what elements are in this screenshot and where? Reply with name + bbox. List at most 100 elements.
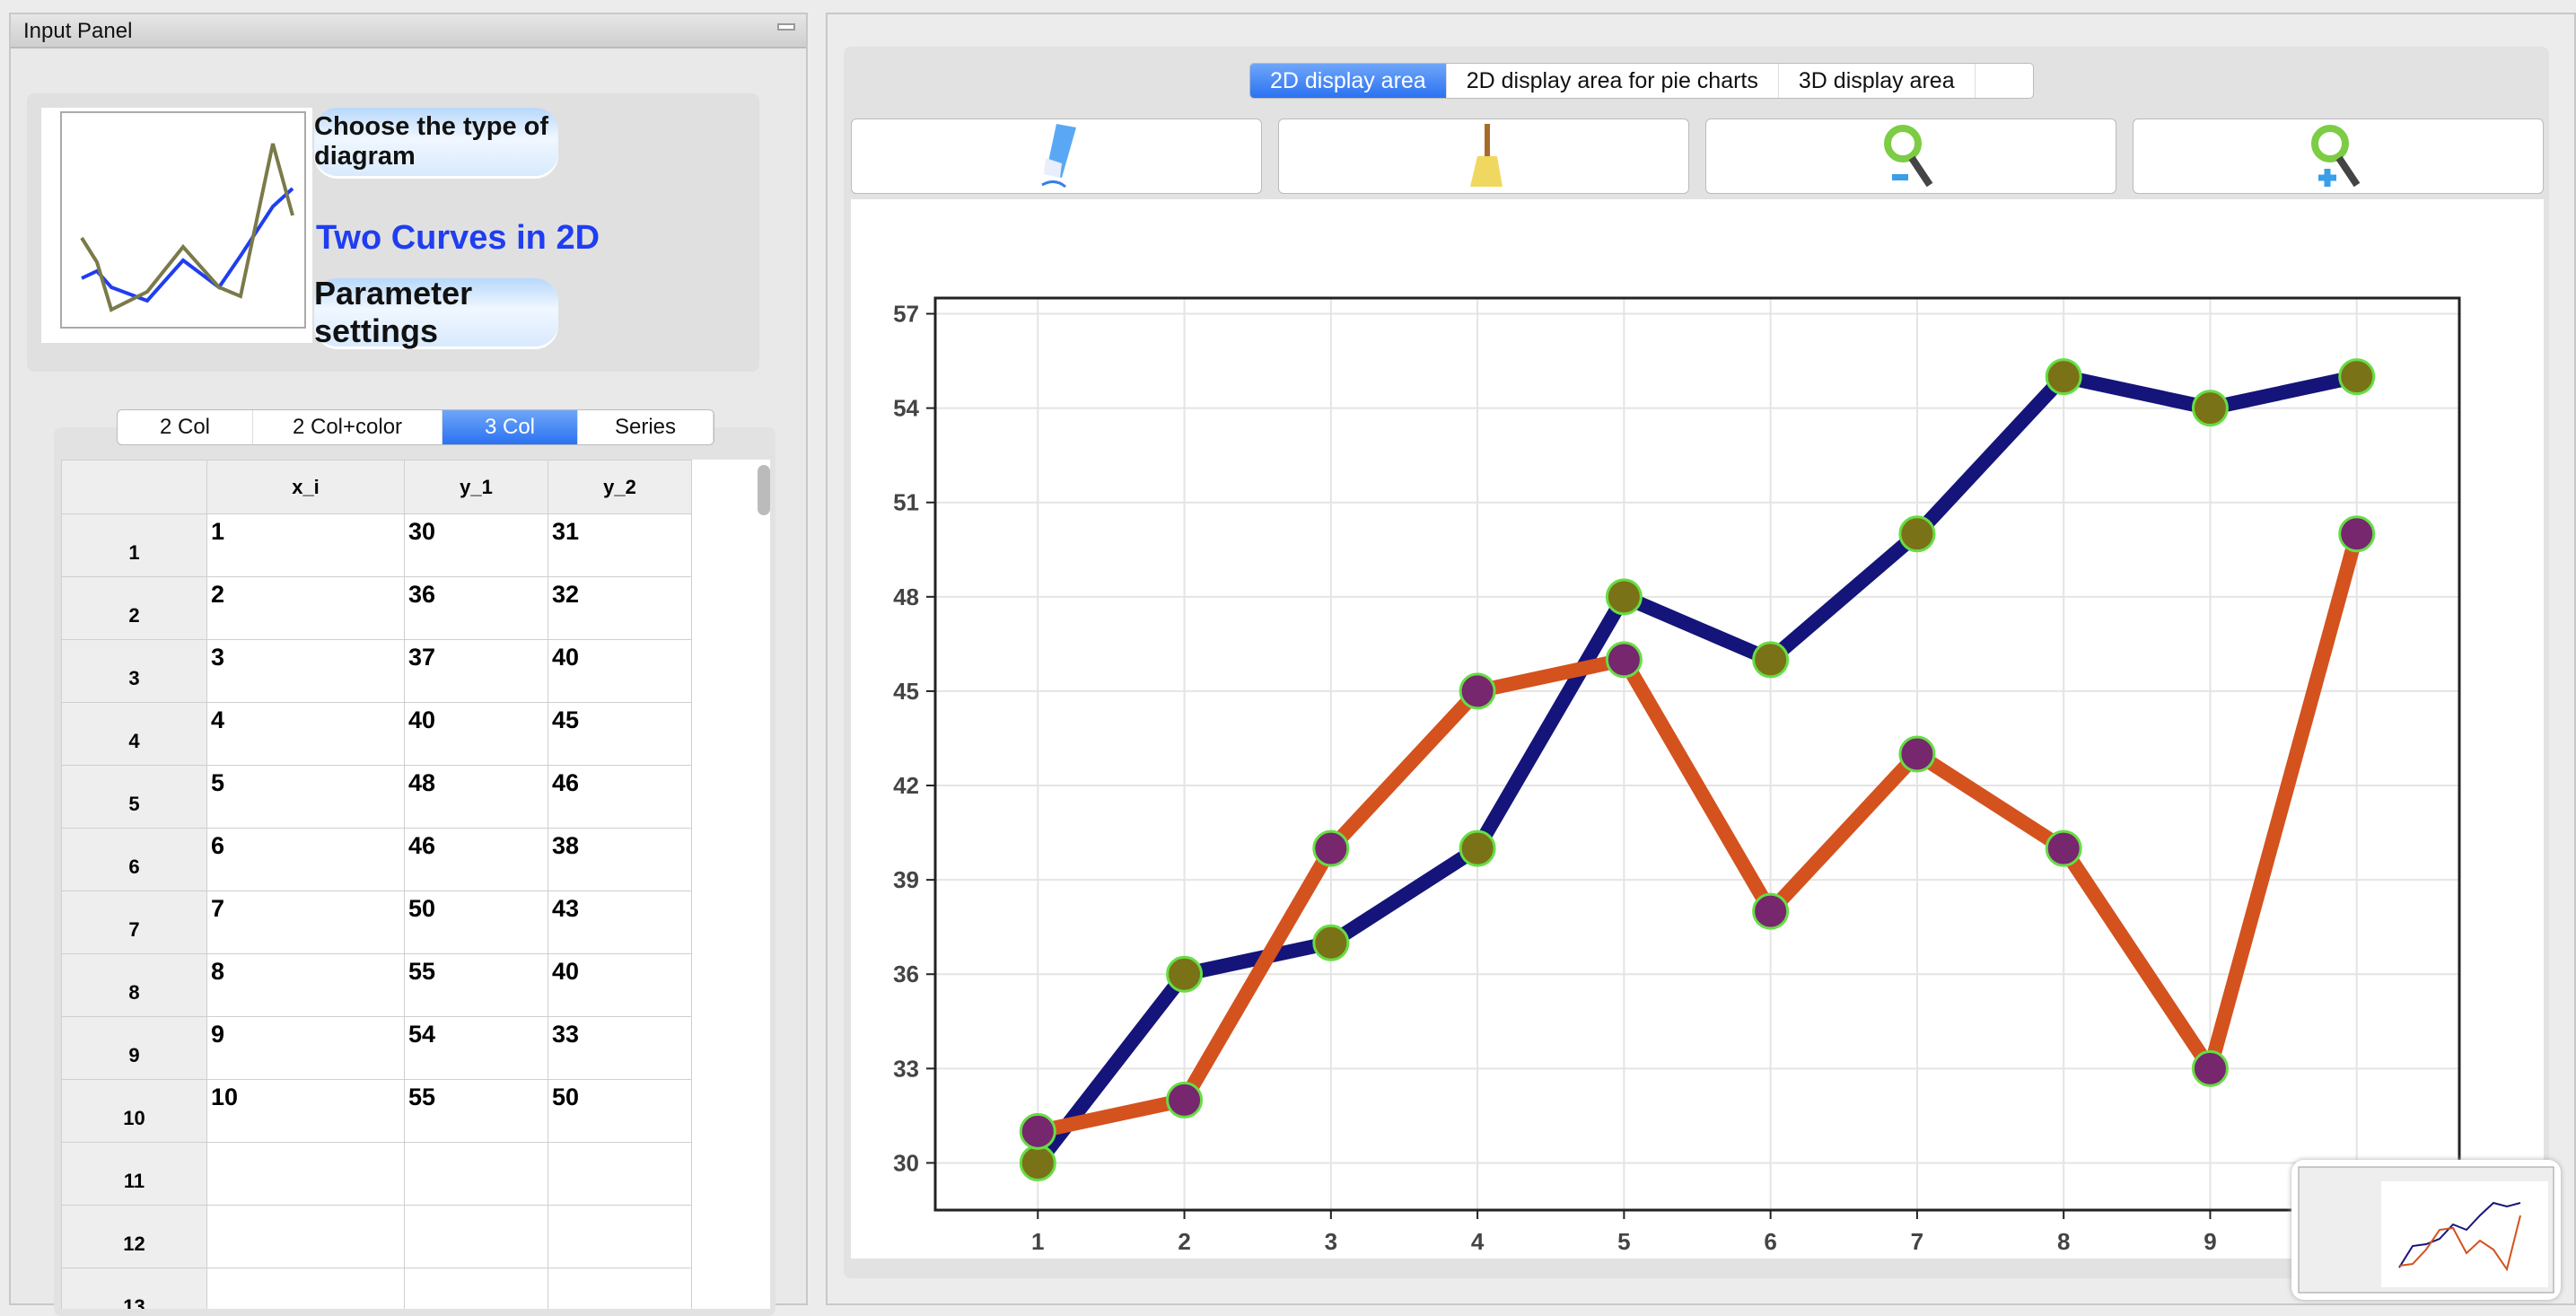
mode-2col-color[interactable]: 2 Col+color <box>253 410 442 444</box>
table-cell[interactable]: 33 <box>548 1016 692 1080</box>
row-header[interactable]: 5 <box>61 765 207 829</box>
line-chart[interactable]: 3033363942454851545712345678910 <box>851 199 2544 1259</box>
table-cell[interactable] <box>404 1142 548 1206</box>
table-cell[interactable]: 40 <box>548 639 692 703</box>
row-header[interactable]: 9 <box>61 1016 207 1080</box>
row-header[interactable]: 12 <box>61 1205 207 1268</box>
row-header[interactable]: 1 <box>61 513 207 577</box>
minimize-button[interactable] <box>777 23 795 31</box>
table-cell[interactable] <box>404 1205 548 1268</box>
x-tick-label: 2 <box>1178 1228 1190 1255</box>
table-cell[interactable]: 40 <box>404 702 548 766</box>
zoom-in-icon <box>2311 125 2361 188</box>
table-cell[interactable]: 30 <box>404 513 548 577</box>
table-cell[interactable]: 9 <box>206 1016 405 1080</box>
table-cell[interactable]: 7 <box>206 890 405 954</box>
table-cell[interactable] <box>404 1268 548 1309</box>
table-cell[interactable]: 50 <box>404 890 548 954</box>
table-cell[interactable]: 46 <box>548 765 692 829</box>
row-header[interactable]: 8 <box>61 953 207 1017</box>
vertical-scrollbar[interactable] <box>758 465 770 515</box>
choose-diagram-button[interactable]: Choose the type of diagram <box>314 108 558 176</box>
table-cell[interactable]: 36 <box>404 576 548 640</box>
column-header[interactable]: y_2 <box>548 460 692 514</box>
diagram-selector: Choose the type of diagram Two Curves in… <box>27 93 759 372</box>
table-cell[interactable] <box>548 1205 692 1268</box>
x-tick-label: 7 <box>1911 1228 1923 1255</box>
table-cell[interactable]: 4 <box>206 702 405 766</box>
column-header[interactable]: x_i <box>206 460 405 514</box>
table-cell[interactable]: 32 <box>548 576 692 640</box>
row-header[interactable]: 13 <box>61 1268 207 1309</box>
data-point-series-1 <box>1605 578 1643 616</box>
x-tick-label: 5 <box>1617 1228 1630 1255</box>
table-cell[interactable] <box>548 1268 692 1309</box>
zoom-out-button[interactable] <box>1705 118 2116 194</box>
screenshot-preview[interactable] <box>2291 1160 2561 1300</box>
table-row: 5 5 48 46 <box>61 765 692 829</box>
parameter-settings-button[interactable]: Parameter settings <box>314 275 558 349</box>
table-cell[interactable]: 38 <box>548 828 692 891</box>
column-header[interactable]: y_1 <box>404 460 548 514</box>
table-cell[interactable]: 54 <box>404 1016 548 1080</box>
data-point-series-1 <box>2338 358 2376 396</box>
row-header[interactable]: 10 <box>61 1079 207 1143</box>
table-cell[interactable] <box>206 1268 405 1309</box>
row-header[interactable]: 3 <box>61 639 207 703</box>
table-cell[interactable]: 43 <box>548 890 692 954</box>
table-row: 7 7 50 43 <box>61 890 692 954</box>
tab-2d-pie[interactable]: 2D display area for pie charts <box>1447 64 1779 98</box>
data-point-series-1 <box>1166 955 1204 993</box>
row-header[interactable]: 7 <box>61 890 207 954</box>
x-tick-label: 3 <box>1325 1228 1337 1255</box>
eraser-button[interactable] <box>851 118 1262 194</box>
table-cell[interactable]: 5 <box>206 765 405 829</box>
table-cell[interactable]: 45 <box>548 702 692 766</box>
table-cell[interactable]: 55 <box>404 953 548 1017</box>
table-cell[interactable]: 48 <box>404 765 548 829</box>
mode-2col[interactable]: 2 Col <box>118 410 253 444</box>
table-cell[interactable]: 31 <box>548 513 692 577</box>
table-cell[interactable]: 1 <box>206 513 405 577</box>
table-row: 6 6 46 38 <box>61 828 692 891</box>
table-row: 2 2 36 32 <box>61 576 692 640</box>
table-cell[interactable]: 55 <box>404 1079 548 1143</box>
tab-2d[interactable]: 2D display area <box>1250 64 1447 98</box>
zoom-out-icon <box>1884 125 1933 188</box>
table-row: 9 9 54 33 <box>61 1016 692 1080</box>
data-point-series-1 <box>1459 829 1496 867</box>
tab-3d[interactable]: 3D display area <box>1779 64 1976 98</box>
row-header[interactable]: 4 <box>61 702 207 766</box>
y-tick-label: 30 <box>893 1149 919 1176</box>
row-header[interactable]: 11 <box>61 1142 207 1206</box>
table-cell[interactable]: 6 <box>206 828 405 891</box>
x-tick-label: 1 <box>1031 1228 1044 1255</box>
table-row: 11 <box>61 1142 692 1206</box>
input-panel: Input Panel Choose the type of diagram T… <box>9 13 808 1316</box>
table-cell[interactable] <box>206 1142 405 1206</box>
table-cell[interactable]: 8 <box>206 953 405 1017</box>
row-header[interactable]: 6 <box>61 828 207 891</box>
table-cell[interactable]: 50 <box>548 1079 692 1143</box>
data-table: x_i y_1 y_2 1 1 30 31 2 2 36 32 3 3 37 40 4 4 40 45 5 5 48… <box>61 460 770 1309</box>
display-container: 2D display area 2D display area for pie … <box>844 47 2549 1278</box>
data-point-series-2 <box>1752 892 1790 930</box>
diagram-thumbnail[interactable] <box>41 108 312 343</box>
row-header[interactable]: 2 <box>61 576 207 640</box>
table-cell[interactable]: 2 <box>206 576 405 640</box>
table-cell[interactable] <box>206 1205 405 1268</box>
table-cell[interactable]: 46 <box>404 828 548 891</box>
table-cell[interactable]: 37 <box>404 639 548 703</box>
table-cell[interactable]: 40 <box>548 953 692 1017</box>
data-point-series-1 <box>1752 641 1790 679</box>
y-tick-label: 54 <box>893 395 919 422</box>
table-cell[interactable]: 3 <box>206 639 405 703</box>
mode-3col[interactable]: 3 Col <box>442 410 578 444</box>
data-point-series-2 <box>1459 672 1496 710</box>
table-cell[interactable]: 10 <box>206 1079 405 1143</box>
zoom-in-button[interactable] <box>2133 118 2544 194</box>
mode-series[interactable]: Series <box>578 410 714 444</box>
clear-button[interactable] <box>1278 118 1689 194</box>
table-cell[interactable] <box>548 1142 692 1206</box>
table-row: 1 1 30 31 <box>61 513 692 577</box>
